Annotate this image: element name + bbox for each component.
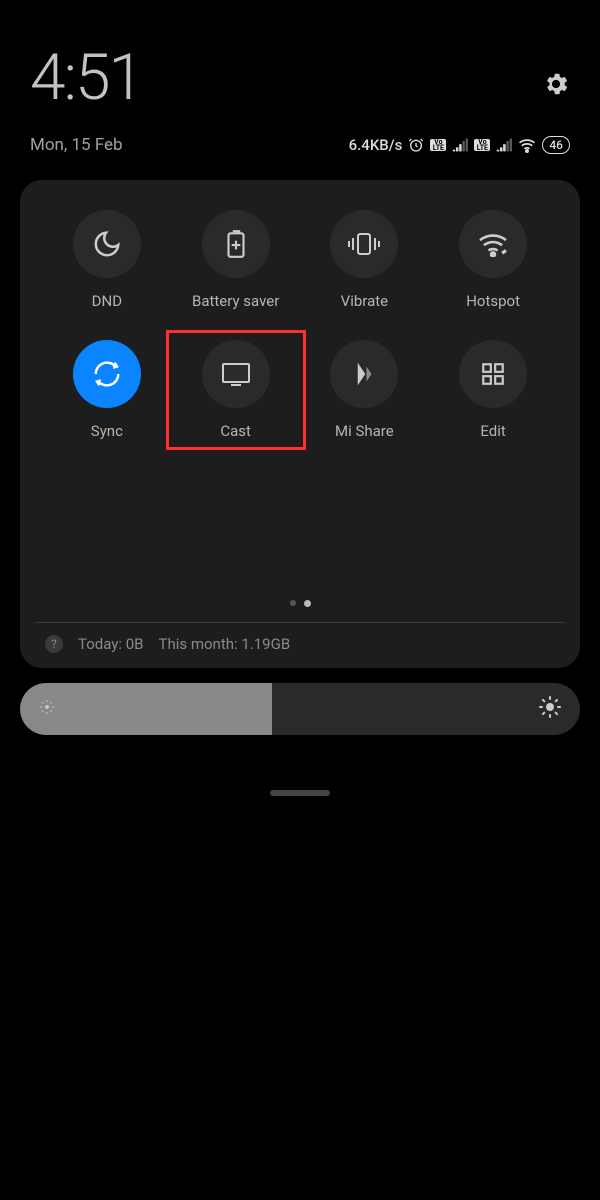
cast-icon (221, 361, 251, 387)
data-today: Today: 0B (78, 635, 144, 653)
vibrate-icon (347, 231, 381, 257)
battery-plus-icon (223, 229, 249, 259)
date-label: Mon, 15 Feb (30, 135, 123, 155)
home-indicator[interactable] (270, 790, 330, 796)
data-month: This month: 1.19GB (159, 635, 291, 653)
settings-icon[interactable] (542, 70, 570, 98)
brightness-slider[interactable] (20, 683, 580, 735)
signal1-icon (452, 138, 468, 152)
tile-label: Cast (220, 422, 251, 440)
tile-label: DND (92, 292, 122, 310)
battery-level: 46 (542, 136, 570, 154)
tile-label: Mi Share (335, 422, 394, 440)
wifi-icon (518, 137, 536, 153)
data-usage-bar[interactable]: ? Today: 0B This month: 1.19GB (40, 635, 560, 653)
brightness-low-icon (38, 698, 56, 720)
brightness-high-icon (538, 695, 562, 723)
network-speed: 6.4KB/s (349, 136, 403, 154)
hotspot-icon (477, 231, 509, 257)
alarm-icon (408, 137, 424, 153)
tile-dnd[interactable]: DND (45, 210, 169, 310)
mishare-icon (349, 359, 379, 389)
tile-mishare[interactable]: Mi Share (303, 340, 427, 440)
divider (35, 622, 565, 623)
help-icon: ? (45, 635, 63, 653)
tile-vibrate[interactable]: Vibrate (303, 210, 427, 310)
sim1-volte-badge: VoLTE (430, 139, 446, 151)
sim2-volte-badge: VoLTE (474, 139, 490, 151)
page-dot-active (304, 600, 311, 607)
tile-sync[interactable]: Sync (45, 340, 169, 440)
status-bar: 6.4KB/s VoLTE VoLTE 46 (349, 136, 570, 154)
page-indicator (40, 600, 560, 607)
tile-label: Vibrate (341, 292, 388, 310)
sync-icon (92, 359, 122, 389)
tile-cast[interactable]: Cast (174, 340, 298, 440)
tile-label: Sync (91, 422, 123, 440)
signal2-icon (496, 138, 512, 152)
clock-time: 4:51 (30, 40, 142, 115)
tile-label: Edit (480, 422, 505, 440)
grid-icon (480, 361, 506, 387)
tile-label: Hotspot (466, 292, 520, 310)
tile-label: Battery saver (192, 292, 279, 310)
quick-settings-panel: DND Battery saver Vibrate Hotspot S (20, 180, 580, 668)
moon-icon (92, 229, 122, 259)
tile-edit[interactable]: Edit (431, 340, 555, 440)
page-dot (290, 600, 296, 606)
tile-hotspot[interactable]: Hotspot (431, 210, 555, 310)
brightness-fill (20, 683, 272, 735)
tile-battery-saver[interactable]: Battery saver (174, 210, 298, 310)
